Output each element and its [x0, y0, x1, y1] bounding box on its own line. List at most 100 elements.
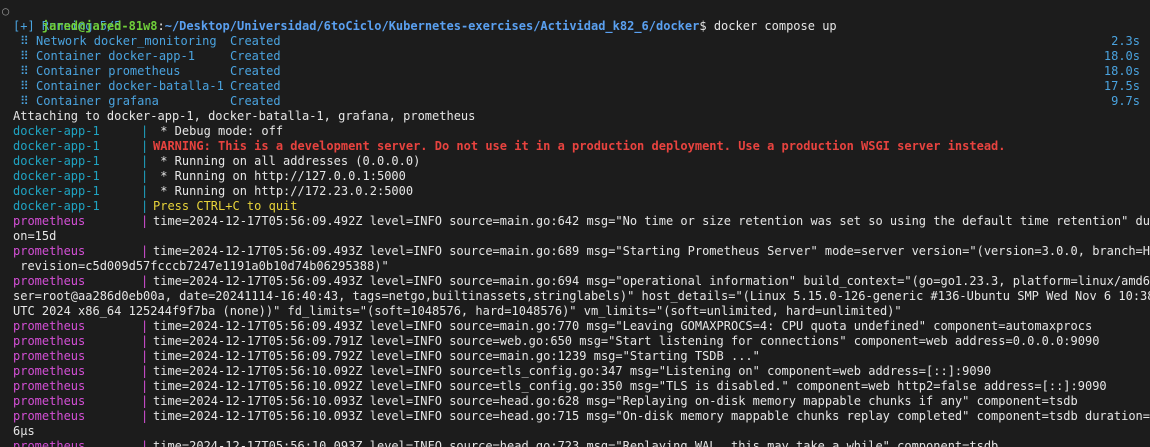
log-separator: | [141, 364, 149, 378]
log-message-continuation: on=15d [13, 229, 57, 243]
log-message: time=2024-12-17T05:56:09.493Z level=INFO… [153, 319, 1093, 333]
status-resource-label: ⠿ Container docker-app-1 [20, 49, 195, 63]
log-row: prometheus | time=2024-12-17T05:56:10.093Z… [0, 394, 1150, 409]
prompt-command: docker compose up [706, 19, 837, 33]
log-row: prometheus | time=2024-12-17T05:56:10.093Z… [0, 439, 1150, 447]
log-separator: | [141, 154, 149, 168]
log-row: prometheus | time=2024-12-17T05:56:10.092Z… [0, 379, 1150, 394]
status-duration: 18.0s [1103, 64, 1140, 78]
log-service-name: docker-app-1 [13, 154, 100, 168]
log-message: time=2024-12-17T05:56:09.792Z level=INFO… [153, 349, 760, 363]
log-message: time=2024-12-17T05:56:09.492Z level=INFO… [153, 214, 1150, 228]
log-message: time=2024-12-17T05:56:10.093Z level=INFO… [153, 439, 999, 447]
prompt-line: ○ jared@jared-81w8:~/Desktop/Universidad/… [0, 4, 1150, 33]
log-service-name: prometheus [13, 274, 86, 288]
log-separator: | [141, 184, 149, 198]
log-row: docker-app-1 | * Running on all addresses… [0, 154, 1150, 169]
attaching-line: Attaching to docker-app-1, docker-batall… [13, 109, 476, 123]
log-separator: | [141, 439, 149, 447]
log-message-continuation: UTC 2024 x86_64 125244f9f7ba (none))" fd… [13, 304, 902, 318]
status-state: Created [230, 94, 281, 108]
log-service-name: docker-app-1 [13, 124, 100, 138]
log-separator: | [141, 349, 149, 363]
status-duration: 9.7s [1111, 94, 1140, 108]
log-message: * Debug mode: off [153, 124, 284, 138]
log-row: docker-app-1 | * Running on http://127.0.… [0, 169, 1150, 184]
status-duration: 17.5s [1103, 79, 1140, 93]
log-separator: | [141, 124, 149, 138]
prompt-path: ~/Desktop/Universidad/6toCiclo/Kubernete… [164, 19, 700, 33]
status-resource-label: ⠿ Container docker-batalla-1 [20, 79, 224, 93]
log-row: docker-app-1 | WARNING: This is a developm… [0, 139, 1150, 154]
log-separator: | [141, 379, 149, 393]
log-separator: | [141, 334, 149, 348]
log-row: prometheus | time=2024-12-17T05:56:09.791Z… [0, 334, 1150, 349]
log-row: docker-app-1 | * Running on http://172.23… [0, 184, 1150, 199]
prompt-marker-icon: ○ [2, 4, 10, 18]
log-row: prometheus | time=2024-12-17T05:56:10.092Z… [0, 364, 1150, 379]
log-message: time=2024-12-17T05:56:10.092Z level=INFO… [153, 364, 992, 378]
log-service-name: docker-app-1 [13, 139, 100, 153]
log-service-name: prometheus [13, 214, 86, 228]
log-message: time=2024-12-17T05:56:10.093Z level=INFO… [153, 394, 1078, 408]
compose-status-row: ⠿ Container docker-app-1 Created 18.0s [0, 49, 1150, 64]
log-row: prometheus | time=2024-12-17T05:56:09.492Z… [0, 214, 1150, 229]
prompt-symbol: $ [699, 19, 707, 33]
log-service-name: prometheus [13, 439, 86, 447]
log-row: docker-app-1 | * Debug mode: off [0, 124, 1150, 139]
log-message: * Running on all addresses (0.0.0.0) [153, 154, 421, 168]
log-separator: | [141, 139, 149, 153]
log-service-name: prometheus [13, 394, 86, 408]
status-state: Created [230, 34, 281, 48]
log-service-name: prometheus [13, 244, 86, 258]
log-separator: | [141, 214, 149, 228]
log-service-name: prometheus [13, 319, 86, 333]
log-message: * Running on http://172.23.0.2:5000 [153, 184, 414, 198]
container-log-output: docker-app-1 | * Debug mode: off docker-ap… [0, 124, 1150, 447]
status-state: Created [230, 64, 281, 78]
log-separator: | [141, 169, 149, 183]
terminal-window[interactable]: ○ jared@jared-81w8:~/Desktop/Universidad/… [0, 0, 1150, 447]
log-row: prometheus | time=2024-12-17T05:56:09.493Z… [0, 274, 1150, 289]
log-row: docker-app-1 | Press CTRL+C to quit [0, 199, 1150, 214]
compose-status-row: ⠿ Container grafana Created 9.7s [0, 94, 1150, 109]
compose-status-list: ⠿ Network docker_monitoring Created 2.3s ⠿ … [0, 34, 1150, 109]
log-service-name: prometheus [13, 334, 86, 348]
status-duration: 2.3s [1111, 34, 1140, 48]
log-separator: | [141, 409, 149, 423]
log-service-name: docker-app-1 [13, 169, 100, 183]
log-message: time=2024-12-17T05:56:10.092Z level=INFO… [153, 379, 1107, 393]
log-message: * Running on http://127.0.0.1:5000 [153, 169, 406, 183]
prompt-user-host: jared@jared-81w8 [41, 19, 158, 33]
log-message: time=2024-12-17T05:56:09.791Z level=INFO… [153, 334, 1100, 348]
status-resource-label: ⠿ Network docker_monitoring [20, 34, 217, 48]
log-service-name: prometheus [13, 379, 86, 393]
log-separator: | [141, 244, 149, 258]
log-separator: | [141, 274, 149, 288]
log-message-continuation: ser=root@aa286d0eb00a, date=20241114-16:… [13, 289, 1150, 303]
log-service-name: prometheus [13, 409, 86, 423]
log-row: prometheus | time=2024-12-17T05:56:09.493Z… [0, 244, 1150, 259]
status-state: Created [230, 79, 281, 93]
log-message: WARNING: This is a development server. D… [153, 139, 1006, 153]
status-state: Created [230, 49, 281, 63]
log-message-continuation: revision=c5d009d57fcccb7247e1191a0b10d74… [13, 259, 389, 273]
log-row: prometheus | time=2024-12-17T05:56:09.792Z… [0, 349, 1150, 364]
log-message: time=2024-12-17T05:56:09.493Z level=INFO… [153, 244, 1150, 258]
log-message: time=2024-12-17T05:56:09.493Z level=INFO… [153, 274, 1150, 288]
prompt-separator: : [157, 19, 165, 33]
compose-status-row: ⠿ Network docker_monitoring Created 2.3s [0, 34, 1150, 49]
log-service-name: prometheus [13, 364, 86, 378]
log-service-name: docker-app-1 [13, 199, 100, 213]
compose-status-row: ⠿ Container prometheus Created 18.0s [0, 64, 1150, 79]
compose-status-row: ⠿ Container docker-batalla-1 Created 17.5s [0, 79, 1150, 94]
log-message: Press CTRL+C to quit [153, 199, 298, 213]
status-resource-label: ⠿ Container grafana [20, 94, 159, 108]
log-separator: | [141, 199, 149, 213]
log-row: prometheus | time=2024-12-17T05:56:09.493Z… [0, 319, 1150, 334]
log-separator: | [141, 394, 149, 408]
log-service-name: docker-app-1 [13, 184, 100, 198]
log-message-continuation: 6µs [13, 424, 35, 438]
log-service-name: prometheus [13, 349, 86, 363]
log-row: prometheus | time=2024-12-17T05:56:10.093Z… [0, 409, 1150, 424]
